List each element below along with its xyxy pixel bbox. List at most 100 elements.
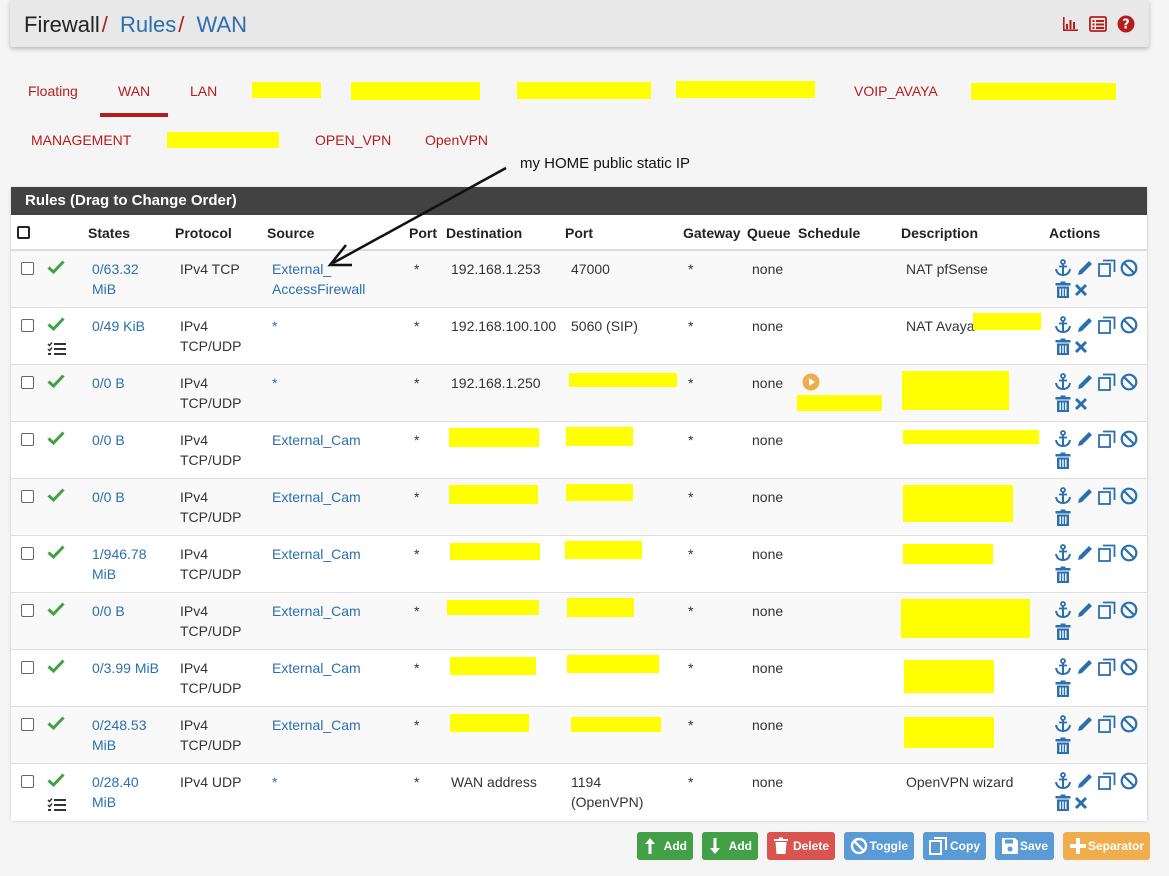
trash-icon[interactable] bbox=[1054, 452, 1072, 470]
source-cell[interactable]: External_Cam bbox=[272, 430, 382, 450]
close-icon[interactable] bbox=[1074, 340, 1088, 354]
source-cell[interactable]: External_Cam bbox=[272, 601, 382, 621]
row-checkbox[interactable] bbox=[21, 661, 34, 674]
trash-icon[interactable] bbox=[1054, 680, 1072, 698]
row-checkbox[interactable] bbox=[21, 490, 34, 503]
check-icon[interactable] bbox=[47, 488, 65, 502]
add-bottom-button[interactable]: Add bbox=[702, 832, 758, 860]
trash-icon[interactable] bbox=[1054, 395, 1072, 413]
copy-rule-icon[interactable] bbox=[1098, 601, 1116, 619]
close-icon[interactable] bbox=[1074, 283, 1088, 297]
tab-lan[interactable]: LAN bbox=[190, 83, 217, 99]
separator-button[interactable]: Separator bbox=[1063, 832, 1150, 860]
row-checkbox[interactable] bbox=[21, 775, 34, 788]
check-icon[interactable] bbox=[47, 374, 65, 388]
anchor-icon[interactable] bbox=[1054, 715, 1072, 733]
row-checkbox[interactable] bbox=[21, 604, 34, 617]
select-all-checkbox[interactable] bbox=[17, 226, 30, 239]
row-checkbox[interactable] bbox=[21, 262, 34, 275]
tab-voip-avaya[interactable]: VOIP_AVAYA bbox=[854, 83, 938, 99]
disable-ban-icon[interactable] bbox=[1120, 373, 1138, 391]
anchor-icon[interactable] bbox=[1054, 601, 1072, 619]
edit-pencil-icon[interactable] bbox=[1076, 601, 1094, 619]
anchor-icon[interactable] bbox=[1054, 259, 1072, 277]
edit-pencil-icon[interactable] bbox=[1076, 259, 1094, 277]
states-cell[interactable]: 0/248.53 MiB bbox=[92, 715, 162, 755]
source-cell[interactable]: External_Cam bbox=[272, 658, 382, 678]
edit-pencil-icon[interactable] bbox=[1076, 430, 1094, 448]
table-row[interactable]: 1/946.78 MiB IPv4 TCP/UDP External_Cam * * no… bbox=[11, 535, 1147, 593]
edit-pencil-icon[interactable] bbox=[1076, 772, 1094, 790]
disable-ban-icon[interactable] bbox=[1120, 601, 1138, 619]
anchor-icon[interactable] bbox=[1054, 658, 1072, 676]
check-icon[interactable] bbox=[47, 317, 65, 331]
states-cell[interactable]: 0/0 B bbox=[92, 601, 162, 621]
source-cell[interactable]: * bbox=[272, 772, 382, 792]
edit-pencil-icon[interactable] bbox=[1076, 487, 1094, 505]
copy-rule-icon[interactable] bbox=[1098, 430, 1116, 448]
tab-floating[interactable]: Floating bbox=[28, 83, 78, 99]
edit-pencil-icon[interactable] bbox=[1076, 316, 1094, 334]
redacted-tab[interactable] bbox=[517, 82, 651, 99]
save-button[interactable]: Save bbox=[995, 832, 1054, 860]
add-top-button[interactable]: Add bbox=[637, 832, 693, 860]
copy-button[interactable]: Copy bbox=[923, 832, 986, 860]
edit-pencil-icon[interactable] bbox=[1076, 715, 1094, 733]
edit-pencil-icon[interactable] bbox=[1076, 544, 1094, 562]
anchor-icon[interactable] bbox=[1054, 316, 1072, 334]
disable-ban-icon[interactable] bbox=[1120, 259, 1138, 277]
table-row[interactable]: 0/28.40 MiB IPv4 UDP * * WAN address 1194 (Op… bbox=[11, 763, 1147, 821]
check-icon[interactable] bbox=[47, 716, 65, 730]
trash-icon[interactable] bbox=[1054, 794, 1072, 812]
list-icon[interactable] bbox=[1089, 16, 1107, 32]
tab-openvpn[interactable]: OpenVPN bbox=[425, 132, 488, 148]
table-row[interactable]: 0/248.53 MiB IPv4 TCP/UDP External_Cam * * no… bbox=[11, 706, 1147, 764]
source-cell[interactable]: * bbox=[272, 373, 382, 393]
copy-rule-icon[interactable] bbox=[1098, 544, 1116, 562]
redacted-tab[interactable] bbox=[351, 82, 480, 100]
disable-ban-icon[interactable] bbox=[1120, 772, 1138, 790]
trash-icon[interactable] bbox=[1054, 509, 1072, 527]
trash-icon[interactable] bbox=[1054, 566, 1072, 584]
help-icon[interactable]: ? bbox=[1117, 15, 1135, 33]
tab-management[interactable]: MANAGEMENT bbox=[31, 132, 131, 148]
states-cell[interactable]: 0/3.99 MiB bbox=[92, 658, 162, 678]
edit-pencil-icon[interactable] bbox=[1076, 373, 1094, 391]
trash-icon[interactable] bbox=[1054, 281, 1072, 299]
table-row[interactable]: 0/63.32 MiB IPv4 TCP External_ AccessFirew… bbox=[11, 250, 1147, 308]
copy-rule-icon[interactable] bbox=[1098, 772, 1116, 790]
copy-rule-icon[interactable] bbox=[1098, 316, 1116, 334]
states-cell[interactable]: 0/0 B bbox=[92, 487, 162, 507]
trash-icon[interactable] bbox=[1054, 737, 1072, 755]
disable-ban-icon[interactable] bbox=[1120, 658, 1138, 676]
anchor-icon[interactable] bbox=[1054, 430, 1072, 448]
table-row[interactable]: 0/49 KiB IPv4 TCP/UDP * * 192.168.100.100 506… bbox=[11, 307, 1147, 365]
bar-chart-icon[interactable] bbox=[1062, 16, 1079, 32]
anchor-icon[interactable] bbox=[1054, 373, 1072, 391]
copy-rule-icon[interactable] bbox=[1098, 715, 1116, 733]
trash-icon[interactable] bbox=[1054, 623, 1072, 641]
table-row[interactable]: 0/0 B IPv4 TCP/UDP * * 192.168.1.250 * none bbox=[11, 364, 1147, 422]
disable-ban-icon[interactable] bbox=[1120, 430, 1138, 448]
source-cell[interactable]: * bbox=[272, 316, 382, 336]
table-row[interactable]: 0/0 B IPv4 TCP/UDP External_Cam * * none bbox=[11, 478, 1147, 536]
anchor-icon[interactable] bbox=[1054, 487, 1072, 505]
states-cell[interactable]: 0/0 B bbox=[92, 430, 162, 450]
states-cell[interactable]: 0/28.40 MiB bbox=[92, 772, 162, 812]
table-row[interactable]: 0/0 B IPv4 TCP/UDP External_Cam * * none bbox=[11, 592, 1147, 650]
disable-ban-icon[interactable] bbox=[1120, 316, 1138, 334]
row-checkbox[interactable] bbox=[21, 547, 34, 560]
check-icon[interactable] bbox=[47, 431, 65, 445]
close-icon[interactable] bbox=[1074, 397, 1088, 411]
row-checkbox[interactable] bbox=[21, 319, 34, 332]
copy-rule-icon[interactable] bbox=[1098, 658, 1116, 676]
row-checkbox[interactable] bbox=[21, 376, 34, 389]
delete-button[interactable]: Delete bbox=[767, 832, 835, 860]
row-checkbox[interactable] bbox=[21, 718, 34, 731]
edit-pencil-icon[interactable] bbox=[1076, 658, 1094, 676]
breadcrumb-rules[interactable]: Rules bbox=[120, 12, 176, 37]
redacted-tab[interactable] bbox=[167, 132, 279, 148]
table-row[interactable]: 0/3.99 MiB IPv4 TCP/UDP External_Cam * * none bbox=[11, 649, 1147, 707]
table-row[interactable]: 0/0 B IPv4 TCP/UDP External_Cam * * none bbox=[11, 421, 1147, 479]
check-icon[interactable] bbox=[47, 659, 65, 673]
